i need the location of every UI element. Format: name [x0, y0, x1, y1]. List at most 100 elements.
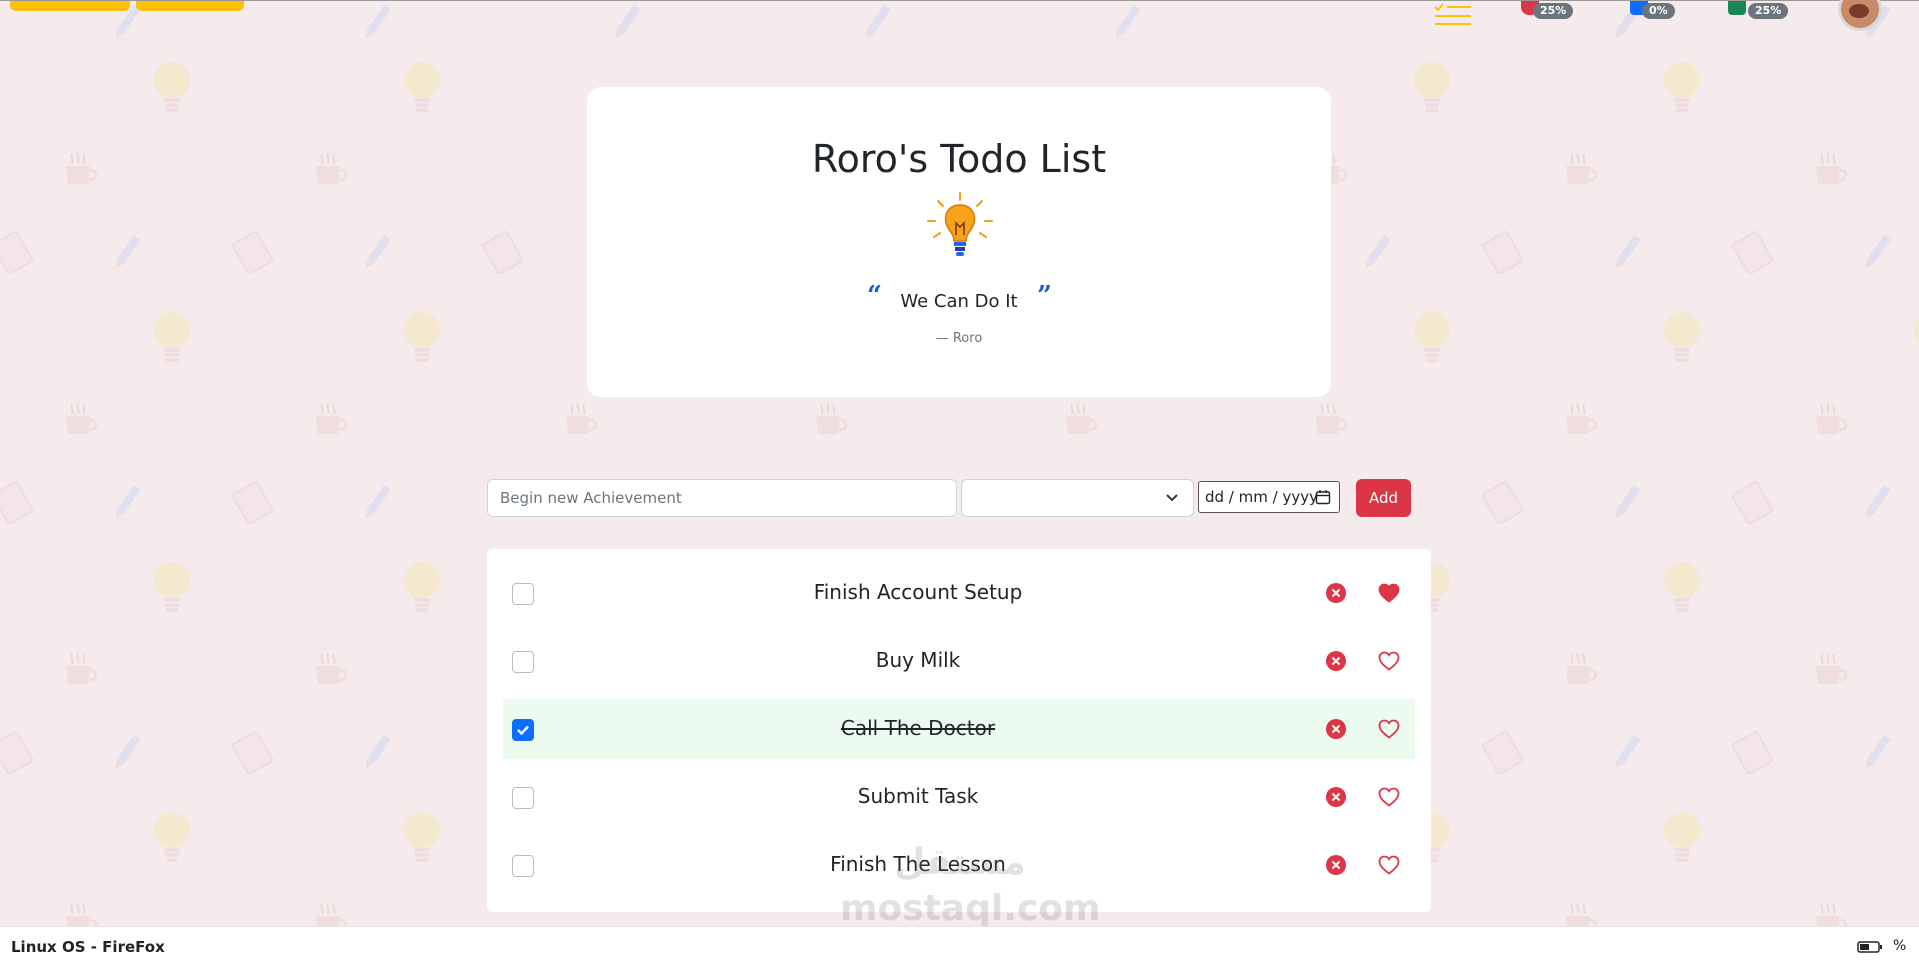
close-circle-icon: [1326, 719, 1346, 739]
todo-text: Finish Account Setup: [813, 580, 1023, 604]
note-pattern-icon: [0, 230, 34, 278]
header-card: Roro's Todo List “ We Can Do It ” — Roro: [587, 87, 1331, 397]
watermark: مستقل mostaql.com: [840, 840, 1101, 932]
pencil-pattern-icon: [1855, 230, 1899, 278]
coffee-pattern-icon: [1560, 150, 1604, 194]
heart-icon: [1378, 583, 1400, 603]
todo-text: Call The Doctor: [840, 716, 996, 740]
avatar[interactable]: [1838, 0, 1882, 31]
stat-favorites: 25%: [1521, 1, 1574, 19]
coffee-pattern-icon: [310, 400, 354, 444]
todo-checkbox[interactable]: [512, 651, 534, 673]
bulb-pattern-icon: [400, 810, 444, 870]
bulb-pattern-icon: [1660, 810, 1704, 870]
note-pattern-icon: [1730, 480, 1774, 528]
calendar-icon[interactable]: [1315, 489, 1331, 505]
coffee-pattern-icon: [1810, 150, 1854, 194]
bulb-pattern-icon: [1660, 560, 1704, 620]
stat-favorites-value: 25%: [1533, 3, 1574, 19]
add-button[interactable]: Add: [1356, 479, 1411, 517]
pencil-pattern-icon: [355, 730, 399, 778]
note-pattern-icon: [0, 730, 34, 778]
top-bar: 25% 0% 25%: [0, 0, 1919, 31]
favorite-button[interactable]: [1377, 785, 1401, 809]
pencil-pattern-icon: [1605, 730, 1649, 778]
delete-button[interactable]: [1325, 786, 1347, 808]
note-pattern-icon: [1480, 480, 1524, 528]
chevron-down-icon: [1166, 494, 1178, 502]
coffee-pattern-icon: [560, 400, 604, 444]
top-yellow-button-2[interactable]: [136, 1, 244, 11]
status-label: Linux OS - FireFox: [11, 938, 165, 956]
page-title: Roro's Todo List: [811, 137, 1107, 181]
todo-checkbox[interactable]: [512, 855, 534, 877]
note-pattern-icon: [1730, 730, 1774, 778]
bulb-pattern-icon: [1410, 310, 1454, 370]
coffee-pattern-icon: [1560, 900, 1604, 926]
favorite-button[interactable]: [1377, 581, 1401, 605]
checkmark-icon: [517, 725, 529, 736]
top-yellow-button-1[interactable]: [10, 1, 130, 11]
bulb-pattern-icon: [150, 560, 194, 620]
todo-text: Submit Task: [857, 784, 979, 808]
date-placeholder: dd / mm / yyyy: [1205, 488, 1318, 506]
favorite-button[interactable]: [1377, 649, 1401, 673]
bulb-pattern-icon: [150, 810, 194, 870]
note-pattern-icon: [230, 230, 274, 278]
coffee-pattern-icon: [60, 650, 104, 694]
todo-text: Buy Milk: [875, 648, 961, 672]
pencil-pattern-icon: [105, 230, 149, 278]
bulb-pattern-icon: [400, 310, 444, 370]
favorite-button[interactable]: [1377, 853, 1401, 877]
todo-row: Buy Milk: [503, 631, 1415, 691]
coffee-pattern-icon: [310, 900, 354, 926]
lightbulb-icon: [927, 192, 993, 256]
bulb-pattern-icon: [1410, 60, 1454, 120]
note-pattern-icon: [230, 480, 274, 528]
bulb-pattern-icon: [150, 310, 194, 370]
todo-checkbox[interactable]: [512, 583, 534, 605]
delete-button[interactable]: [1325, 582, 1347, 604]
coffee-pattern-icon: [1810, 650, 1854, 694]
todo-checkbox[interactable]: [512, 719, 534, 741]
close-circle-icon: [1326, 583, 1346, 603]
heart-icon: [1378, 719, 1400, 739]
close-circle-icon: [1326, 651, 1346, 671]
favorite-button[interactable]: [1377, 717, 1401, 741]
category-select[interactable]: [961, 479, 1194, 517]
bulb-pattern-icon: [1660, 60, 1704, 120]
quote-author: — Roro: [935, 331, 983, 346]
status-bar: Linux OS - FireFox %: [0, 926, 1919, 965]
coffee-pattern-icon: [1560, 650, 1604, 694]
close-circle-icon: [1326, 787, 1346, 807]
pencil-pattern-icon: [1605, 480, 1649, 528]
new-task-input[interactable]: [487, 479, 957, 517]
note-pattern-icon: [1730, 230, 1774, 278]
note-pattern-icon: [1480, 730, 1524, 778]
watermark-arabic: مستقل: [894, 842, 1026, 883]
heart-icon: [1378, 787, 1400, 807]
coffee-pattern-icon: [60, 150, 104, 194]
pencil-pattern-icon: [355, 480, 399, 528]
battery-percent: %: [1893, 938, 1907, 954]
coffee-pattern-icon: [310, 650, 354, 694]
coffee-pattern-icon: [60, 900, 104, 926]
coffee-pattern-icon: [60, 400, 104, 444]
todo-checkbox[interactable]: [512, 787, 534, 809]
todo-row: Call The Doctor: [503, 699, 1415, 759]
tasks-menu-icon[interactable]: [1433, 3, 1473, 27]
bulb-pattern-icon: [400, 560, 444, 620]
pencil-pattern-icon: [355, 230, 399, 278]
coffee-pattern-icon: [310, 150, 354, 194]
note-pattern-icon: [480, 230, 524, 278]
todo-row: Submit Task: [503, 767, 1415, 827]
stat-completed: 25%: [1728, 1, 1789, 19]
pencil-pattern-icon: [1355, 230, 1399, 278]
heart-icon: [1378, 855, 1400, 875]
due-date-input[interactable]: dd / mm / yyyy: [1198, 481, 1340, 513]
delete-button[interactable]: [1325, 854, 1347, 876]
delete-button[interactable]: [1325, 718, 1347, 740]
close-quote-icon: ”: [1037, 281, 1052, 311]
delete-button[interactable]: [1325, 650, 1347, 672]
pencil-pattern-icon: [105, 730, 149, 778]
